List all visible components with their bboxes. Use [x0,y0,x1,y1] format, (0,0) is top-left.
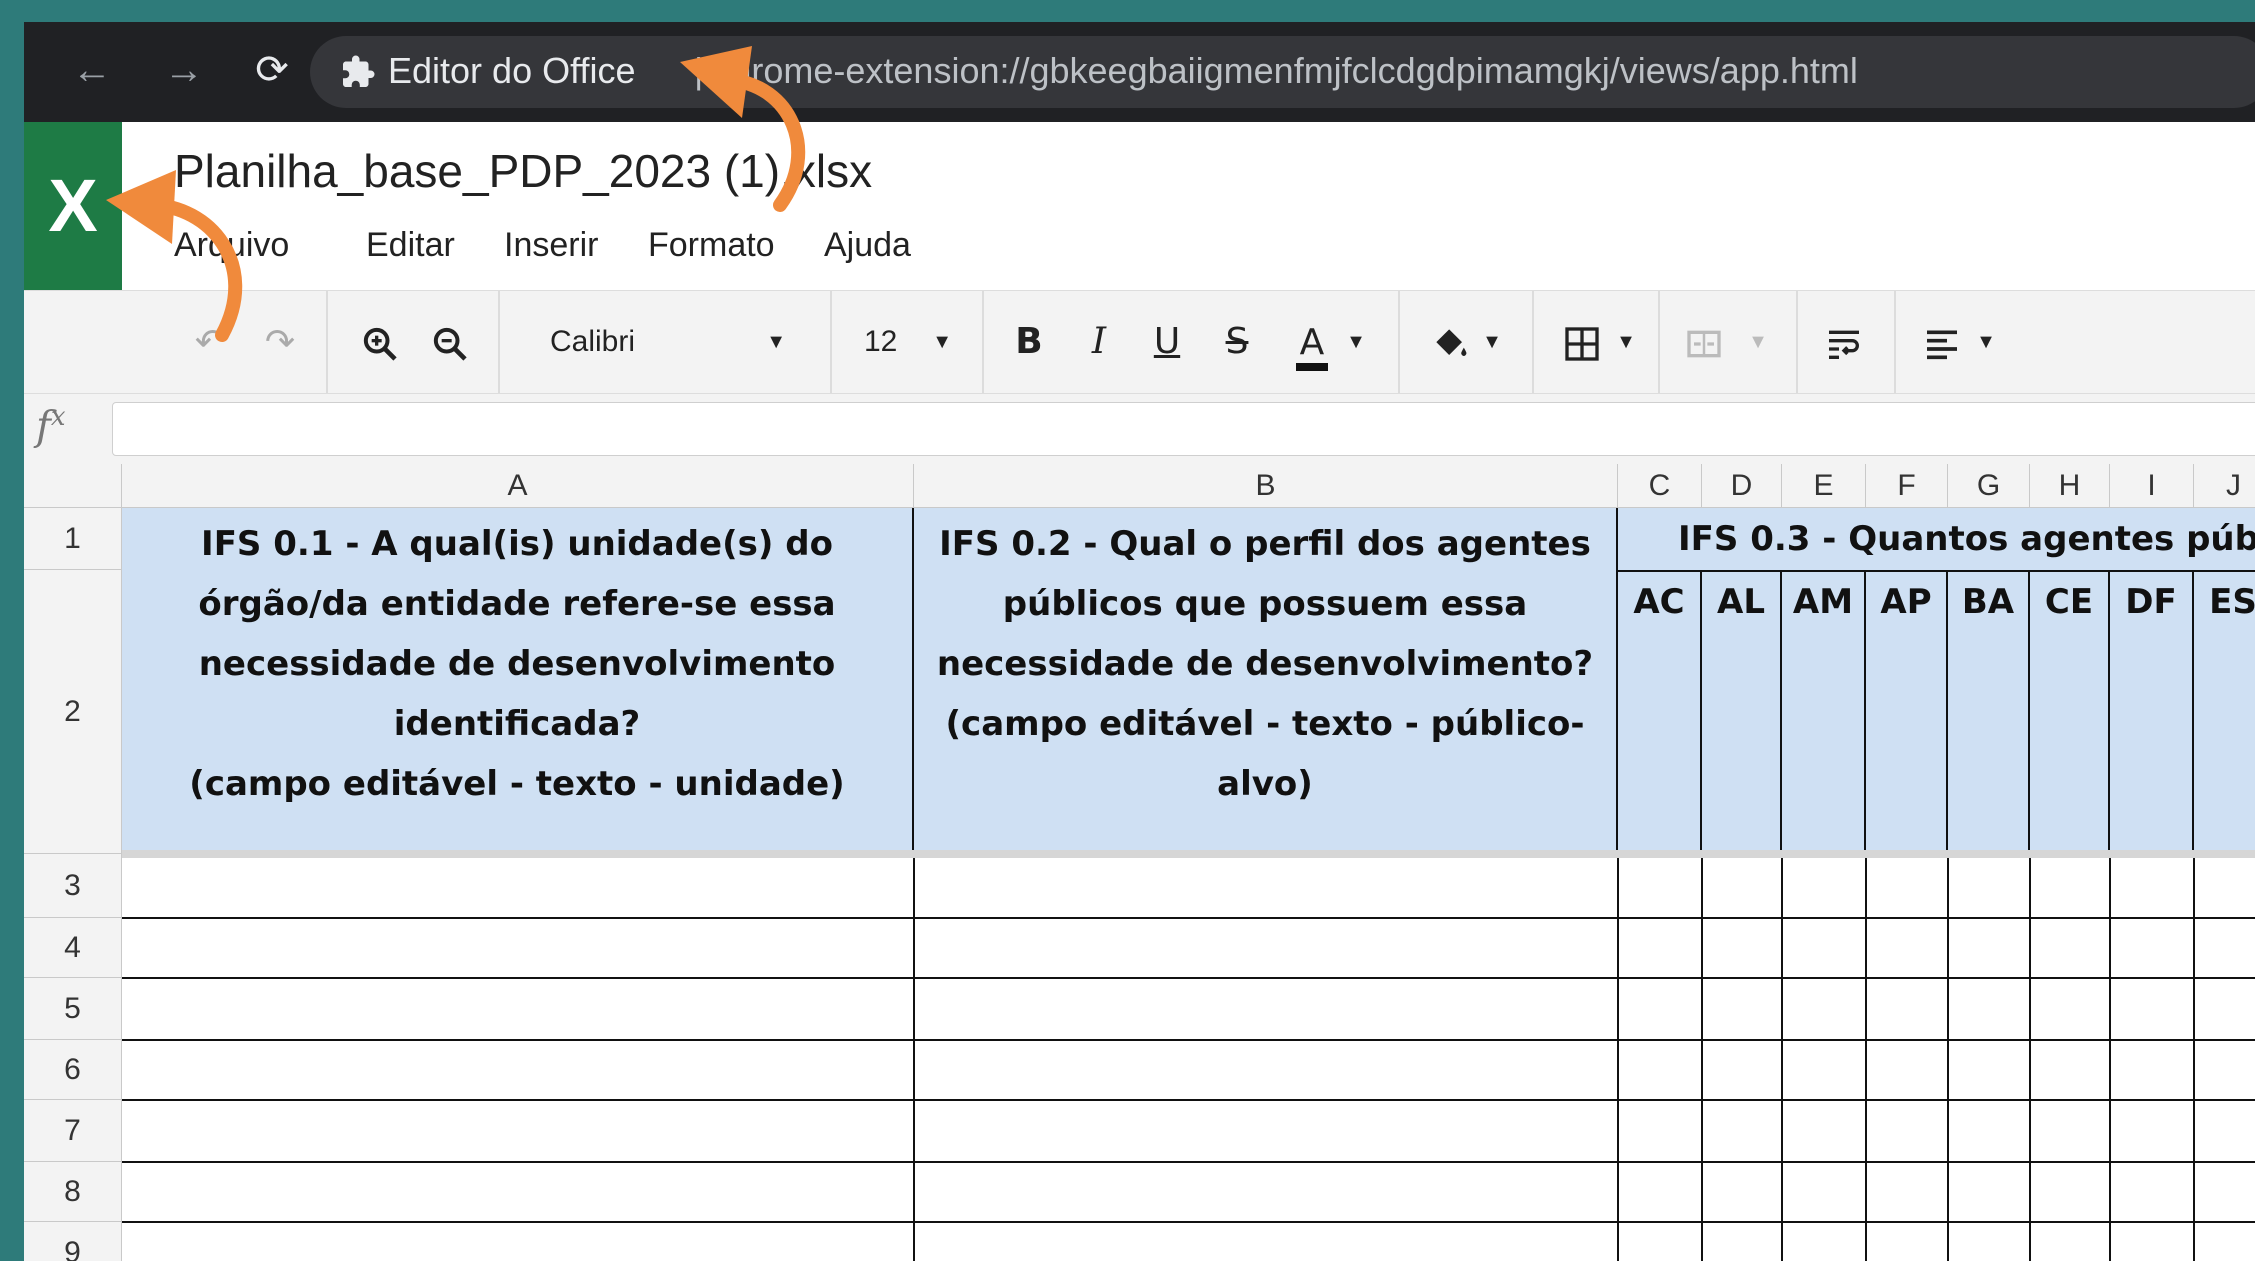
annotation-arrows [106,46,806,342]
arrowhead-to-title [680,46,752,118]
arrowhead-to-logo [106,170,176,244]
